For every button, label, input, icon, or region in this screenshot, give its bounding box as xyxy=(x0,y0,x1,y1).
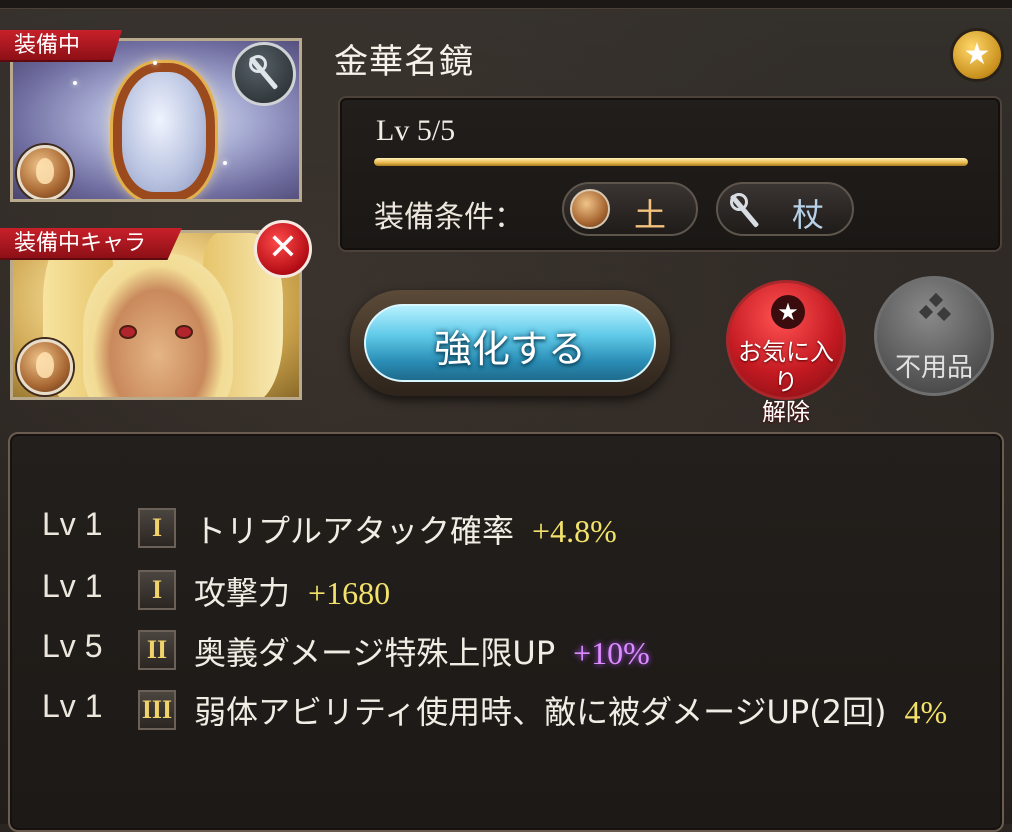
junk-icon xyxy=(918,292,952,325)
staff-icon xyxy=(232,42,296,106)
skill-value: +10% xyxy=(573,635,650,671)
staff-icon xyxy=(724,189,764,229)
skill-name: 奥義ダメージ特殊上限UP +10% xyxy=(194,628,650,674)
earth-element-icon xyxy=(17,339,73,395)
requirement-element: 土 xyxy=(562,182,698,236)
skill-level: Lv 1 xyxy=(42,568,103,604)
skill-name: 攻撃力 +1680 xyxy=(194,568,390,614)
level-progress-bar xyxy=(374,158,968,166)
sparkle xyxy=(73,81,77,85)
skill-value: +1680 xyxy=(308,575,391,611)
enhance-button-label: 強化する xyxy=(433,327,586,371)
skill-tier-badge: III xyxy=(138,690,176,730)
skill-name-text: トリプルアタック確率 xyxy=(194,512,515,550)
requirement-weapon-type: 杖 xyxy=(716,182,854,236)
skill-tier-badge: I xyxy=(138,570,176,610)
skill-value: 4% xyxy=(904,694,948,730)
weapon-info-box: Lv 5/5 装備条件： 土 杖 xyxy=(338,96,1002,252)
unfavorite-button-label: お気に入り 解除 xyxy=(729,337,843,427)
junk-icon-piece xyxy=(928,292,944,308)
level-text: Lv 5/5 xyxy=(376,114,456,147)
skill-name: トリプルアタック確率 +4.8% xyxy=(194,506,617,552)
mirror-artwork xyxy=(113,63,215,199)
sparkle xyxy=(223,161,227,165)
star-icon: ★ xyxy=(771,295,805,329)
weapon-name: 金華名鏡 xyxy=(334,42,474,82)
earth-element-icon xyxy=(17,145,73,199)
requirements-label: 装備条件： xyxy=(374,200,524,235)
unfavorite-button[interactable]: ★ お気に入り 解除 xyxy=(726,280,846,426)
equipped-tag: 装備中 xyxy=(0,30,122,62)
equipped-character-tag: 装備中キャラ xyxy=(0,228,182,260)
skills-panel: Lv 1 I トリプルアタック確率 +4.8% Lv 1 I 攻撃力 +1680 L… xyxy=(8,432,1004,832)
character-eye xyxy=(119,325,137,339)
skill-value: +4.8% xyxy=(532,513,617,549)
junk-icon-piece xyxy=(918,304,934,320)
character-portrait xyxy=(83,253,233,397)
enhance-button[interactable]: 強化する xyxy=(350,290,670,396)
skill-name: 弱体アビリティ使用時、敵に被ダメージUP(2回) 4% xyxy=(194,688,964,736)
unfavorite-label-line1: お気に入り xyxy=(738,338,834,396)
level-progress-fill xyxy=(374,158,968,166)
earth-element-icon xyxy=(570,189,610,229)
junk-button[interactable]: 不用品 xyxy=(874,276,994,396)
skill-tier-badge: I xyxy=(138,508,176,548)
sparkle xyxy=(153,61,157,65)
skill-level: Lv 1 xyxy=(42,506,103,542)
junk-button-label: 不用品 xyxy=(894,353,973,383)
star-icon[interactable]: ★ xyxy=(950,28,1004,82)
skill-name-text: 攻撃力 xyxy=(194,574,291,612)
close-icon[interactable]: ✕ xyxy=(254,220,312,278)
character-eye xyxy=(175,325,193,339)
skill-level: Lv 5 xyxy=(42,628,103,664)
skill-level: Lv 1 xyxy=(42,688,103,724)
requirement-element-label: 土 xyxy=(634,196,667,234)
junk-icon-piece xyxy=(936,306,952,322)
skill-name-text: 奥義ダメージ特殊上限UP xyxy=(194,634,556,672)
skill-name-text: 弱体アビリティ使用時、敵に被ダメージUP(2回) xyxy=(194,693,887,731)
requirement-weapon-type-label: 杖 xyxy=(792,196,825,234)
skill-tier-badge: II xyxy=(138,630,176,670)
unfavorite-label-line2: 解除 xyxy=(762,398,810,426)
top-border xyxy=(0,0,1012,9)
